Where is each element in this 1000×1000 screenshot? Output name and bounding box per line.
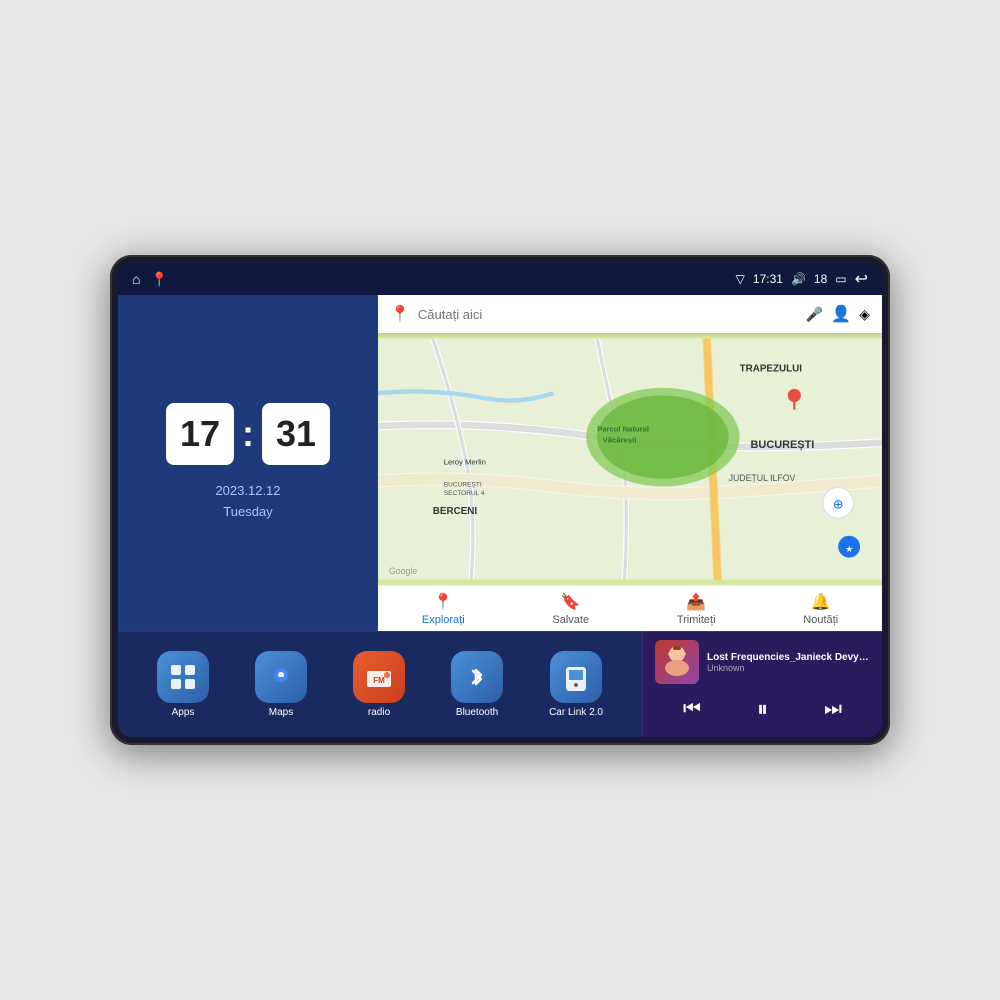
clock-date: 2023.12.12 Tuesday xyxy=(215,481,280,523)
account-icon[interactable]: 👤 xyxy=(831,304,851,324)
app-icon-maps[interactable]: Maps xyxy=(255,651,307,718)
music-controls: ⏮ ⏸ ⏭ xyxy=(655,692,870,726)
bottom-section: Apps Maps xyxy=(118,631,882,737)
app-icon-bluetooth[interactable]: Bluetooth xyxy=(451,651,503,718)
device-screen: ⌂ 📍 ▽ 17:31 🔊 18 ▭ ↩ 17 : xyxy=(118,263,882,737)
maps-pin-icon: 📍 xyxy=(390,304,410,324)
prev-button[interactable]: ⏮ xyxy=(679,694,705,725)
time-display: 17:31 xyxy=(753,272,783,286)
main-area: 17 : 31 2023.12.12 Tuesday 📍 xyxy=(118,295,882,737)
home-icon[interactable]: ⌂ xyxy=(132,271,140,287)
map-tab-noutati[interactable]: 🔔 Noutăți xyxy=(803,592,838,626)
music-title: Lost Frequencies_Janieck Devy-... xyxy=(707,652,870,663)
noutati-icon: 🔔 xyxy=(811,592,831,612)
maps-icon xyxy=(255,651,307,703)
map-search-icons: 🎤 👤 ◈ xyxy=(806,304,870,324)
clock-colon: : xyxy=(242,413,254,455)
svg-text:⊕: ⊕ xyxy=(833,496,844,511)
map-tab-explorati[interactable]: 📍 Explorați xyxy=(422,592,465,626)
svg-text:SECTORUL 4: SECTORUL 4 xyxy=(444,490,485,497)
microphone-icon[interactable]: 🎤 xyxy=(806,306,823,323)
svg-text:BERCENI: BERCENI xyxy=(433,506,478,517)
salvate-label: Salvate xyxy=(552,614,589,626)
clock-minutes: 31 xyxy=(262,403,330,465)
map-body[interactable]: TRAPEZULUI BUCUREȘTI JUDEȚUL ILFOV BERCE… xyxy=(378,333,882,585)
trimiteti-icon: 📤 xyxy=(686,592,706,612)
layers-icon[interactable]: ◈ xyxy=(859,306,870,323)
svg-text:★: ★ xyxy=(845,544,853,554)
explorati-icon: 📍 xyxy=(433,592,453,612)
apps-icon xyxy=(157,651,209,703)
clock-hours: 17 xyxy=(166,403,234,465)
signal-icon: ▽ xyxy=(736,272,745,286)
map-bottom-bar: 📍 Explorați 🔖 Salvate 📤 Trimiteți � xyxy=(378,585,882,631)
back-icon[interactable]: ↩ xyxy=(855,269,868,289)
carlink-icon xyxy=(550,651,602,703)
svg-text:Parcul Natural: Parcul Natural xyxy=(597,425,649,434)
svg-text:Leroy Merlin: Leroy Merlin xyxy=(444,457,486,466)
status-right: ▽ 17:31 🔊 18 ▭ ↩ xyxy=(736,269,868,289)
clock-panel: 17 : 31 2023.12.12 Tuesday xyxy=(118,295,378,631)
svg-text:Văcărești: Văcărești xyxy=(603,436,637,445)
top-section: 17 : 31 2023.12.12 Tuesday 📍 xyxy=(118,295,882,631)
apps-section: Apps Maps xyxy=(118,632,642,737)
music-text: Lost Frequencies_Janieck Devy-... Unknow… xyxy=(707,652,870,673)
play-pause-button[interactable]: ⏸ xyxy=(753,692,772,726)
radio-label: radio xyxy=(368,707,390,718)
app-icon-apps[interactable]: Apps xyxy=(157,651,209,718)
apps-label: Apps xyxy=(172,707,195,718)
clock-display: 17 : 31 xyxy=(166,403,330,465)
bluetooth-label: Bluetooth xyxy=(456,707,498,718)
map-tab-salvate[interactable]: 🔖 Salvate xyxy=(552,592,589,626)
map-svg: TRAPEZULUI BUCUREȘTI JUDEȚUL ILFOV BERCE… xyxy=(378,333,882,585)
status-left: ⌂ 📍 xyxy=(132,271,168,288)
app-icon-radio[interactable]: FM radio xyxy=(353,651,405,718)
app-icon-carlink[interactable]: Car Link 2.0 xyxy=(549,651,603,718)
carlink-label: Car Link 2.0 xyxy=(549,707,603,718)
maps-label: Maps xyxy=(269,707,293,718)
map-tab-trimiteti[interactable]: 📤 Trimiteți xyxy=(677,592,716,626)
svg-text:FM: FM xyxy=(373,676,385,685)
maps-status-icon[interactable]: 📍 xyxy=(150,271,167,288)
battery-level: 18 xyxy=(814,272,827,286)
music-player: Lost Frequencies_Janieck Devy-... Unknow… xyxy=(642,632,882,737)
svg-text:JUDEȚUL ILFOV: JUDEȚUL ILFOV xyxy=(729,473,796,483)
album-art xyxy=(655,640,699,684)
noutati-label: Noutăți xyxy=(803,614,838,626)
map-search-input[interactable] xyxy=(418,307,798,322)
svg-text:BUCUREȘTI: BUCUREȘTI xyxy=(444,481,482,488)
next-button[interactable]: ⏭ xyxy=(820,694,846,725)
svg-text:TRAPEZULUI: TRAPEZULUI xyxy=(740,363,803,374)
svg-text:BUCUREȘTI: BUCUREȘTI xyxy=(751,439,815,451)
explorati-label: Explorați xyxy=(422,614,465,626)
bluetooth-icon xyxy=(451,651,503,703)
radio-icon: FM xyxy=(353,651,405,703)
status-bar: ⌂ 📍 ▽ 17:31 🔊 18 ▭ ↩ xyxy=(118,263,882,295)
device-frame: ⌂ 📍 ▽ 17:31 🔊 18 ▭ ↩ 17 : xyxy=(110,255,890,745)
map-panel: 📍 🎤 👤 ◈ xyxy=(378,295,882,631)
music-info: Lost Frequencies_Janieck Devy-... Unknow… xyxy=(655,640,870,684)
trimiteti-label: Trimiteți xyxy=(677,614,716,626)
battery-icon: ▭ xyxy=(835,272,846,286)
volume-icon: 🔊 xyxy=(791,272,806,286)
music-artist: Unknown xyxy=(707,663,870,673)
map-search-bar: 📍 🎤 👤 ◈ xyxy=(378,295,882,333)
svg-text:Google: Google xyxy=(389,566,417,576)
salvate-icon: 🔖 xyxy=(561,592,581,612)
